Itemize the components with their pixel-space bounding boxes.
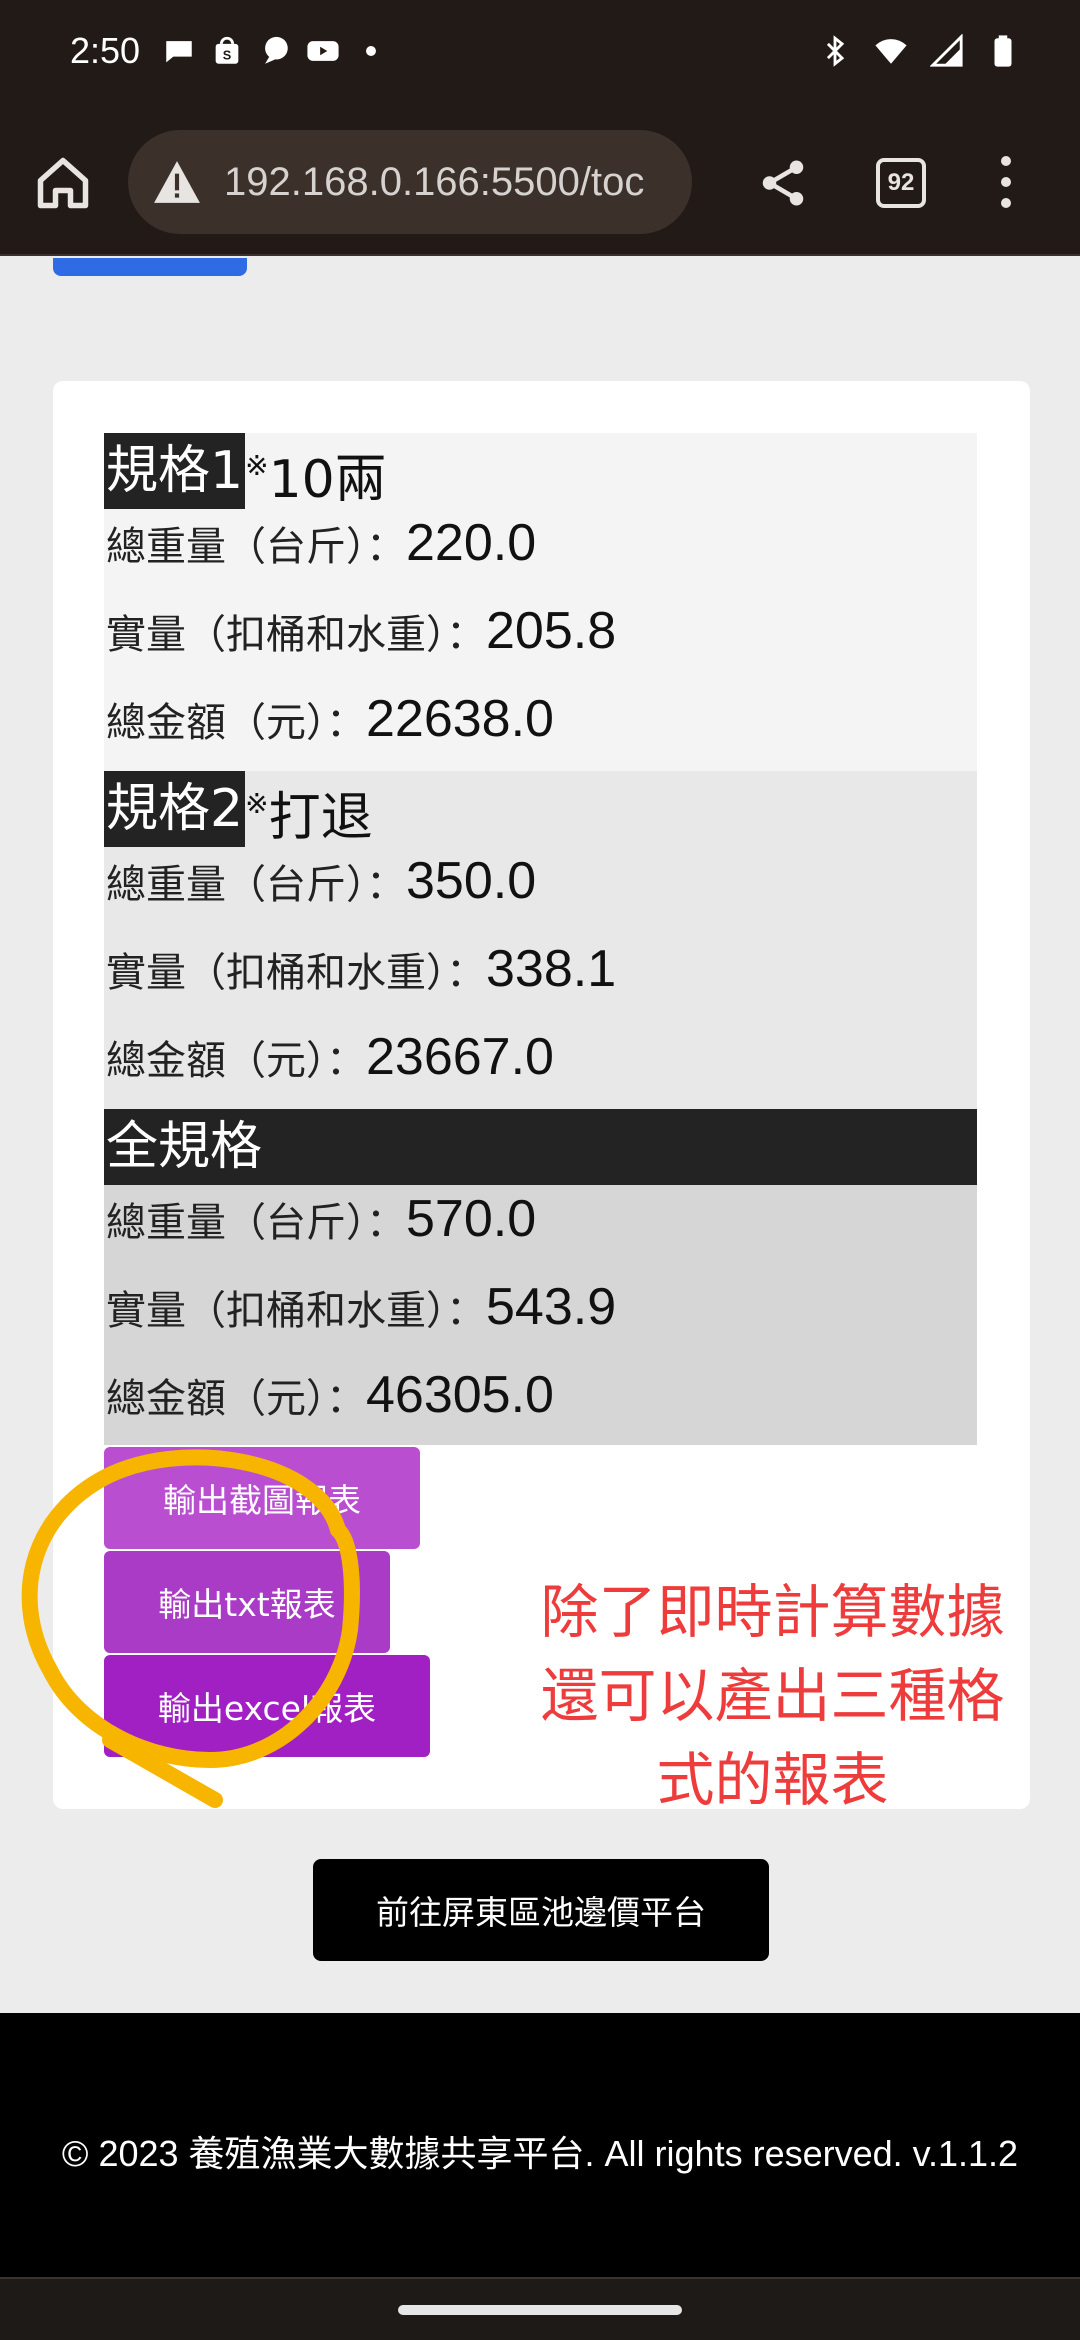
all-net-weight: 實量（扣桶和水重）： 543.9 (106, 1277, 616, 1337)
home-gesture-handle[interactable] (398, 2305, 682, 2315)
go-to-pingtung-platform-button[interactable]: 前往屏東區池邊價平台 (313, 1859, 769, 1961)
all-total-amount: 總金額（元）： 46305.0 (106, 1365, 554, 1425)
spec-1-total-amount: 總金額（元）： 22638.0 (106, 689, 554, 749)
system-nav-bar (0, 2277, 1080, 2340)
footer-copyright: © 2023 養殖漁業大數據共享平台. All rights reserved.… (61, 2133, 1019, 2174)
url-bar[interactable]: 192.168.0.166:5500/toc (128, 130, 692, 234)
spec-2-net-weight: 實量（扣桶和水重）： 338.1 (106, 939, 616, 999)
tab-switcher-button[interactable]: 92 (876, 158, 926, 208)
spec-1-name: 規格1 (104, 433, 246, 509)
annotation-text: 除了即時計算數據 還可以產出三種格 式的報表 (520, 1570, 1025, 1822)
total-weight-value: 350.0 (406, 852, 537, 910)
youtube-icon (307, 41, 339, 61)
top-button-edge[interactable] (53, 258, 247, 276)
more-menu-icon[interactable] (988, 152, 1024, 212)
shopping-bag-icon: S (215, 36, 239, 64)
all-total-weight: 總重量（台斤）： 570.0 (106, 1189, 536, 1249)
total-amount-value: 23667.0 (366, 1028, 554, 1086)
notification-icons: S (162, 34, 388, 68)
message-icon (265, 36, 288, 64)
total-amount-label: 總金額（元）： (106, 1038, 366, 1084)
spec-2-note-mark: ※ (245, 787, 269, 820)
bluetooth-icon (826, 35, 845, 67)
spec-1-note-mark: ※ (245, 449, 269, 482)
url-text: 192.168.0.166:5500/toc (224, 159, 645, 204)
spec-2-title: 規格2 ※打退 (104, 771, 373, 848)
spec-2-section: 規格2 ※打退 總重量（台斤）： 350.0 實量（扣桶和水重）： 338.1 … (104, 771, 977, 1109)
spec-1-title: 規格1 ※10兩 (104, 433, 387, 510)
browser-toolbar: 192.168.0.166:5500/toc 92 (0, 108, 1080, 256)
annotation-line-3: 式的報表 (656, 1746, 889, 1814)
annotation-line-1: 除了即時計算數據 (540, 1578, 1005, 1646)
status-time: 2:50 (70, 30, 141, 71)
battery-icon (994, 35, 1012, 67)
spec-1-section: 規格1 ※10兩 總重量（台斤）： 220.0 實量（扣桶和水重）： 205.8… (104, 433, 977, 771)
net-weight-value: 338.1 (486, 940, 617, 998)
spec-2-total-weight: 總重量（台斤）： 350.0 (106, 851, 536, 911)
dot-icon (366, 46, 376, 56)
net-weight-label: 實量（扣桶和水重）： (106, 1288, 486, 1334)
total-weight-value: 220.0 (406, 514, 537, 572)
net-weight-value: 205.8 (486, 602, 617, 660)
total-amount-label: 總金額（元）： (106, 1376, 366, 1422)
spec-1-note: 10兩 (268, 450, 387, 510)
total-weight-label: 總重量（台斤）： (106, 1200, 406, 1246)
net-weight-label: 實量（扣桶和水重）： (106, 612, 486, 658)
total-amount-value: 46305.0 (366, 1366, 554, 1424)
chat-bubble-icon (166, 41, 192, 63)
svg-text:S: S (223, 48, 232, 63)
all-specs-title: 全規格 (104, 1109, 977, 1185)
spec-2-total-amount: 總金額（元）： 23667.0 (106, 1027, 554, 1087)
total-amount-value: 22638.0 (366, 690, 554, 748)
warning-icon (154, 161, 200, 203)
total-weight-label: 總重量（台斤）： (106, 862, 406, 908)
total-weight-label: 總重量（台斤）： (106, 524, 406, 570)
footer: © 2023 養殖漁業大數據共享平台. All rights reserved.… (0, 2013, 1080, 2277)
annotation-line-2: 還可以產出三種格 (540, 1662, 1005, 1730)
wifi-icon (875, 39, 907, 64)
spec-2-note: 打退 (268, 788, 373, 848)
spec-1-net-weight: 實量（扣桶和水重）： 205.8 (106, 601, 616, 661)
system-icons (818, 34, 1020, 68)
home-icon[interactable] (30, 153, 96, 213)
signal-icon (930, 34, 963, 67)
spec-2-name: 規格2 (104, 771, 246, 847)
net-weight-value: 543.9 (486, 1278, 617, 1336)
total-amount-label: 總金額（元）： (106, 700, 366, 746)
share-icon[interactable] (756, 156, 810, 210)
status-bar: 2:50 S (0, 0, 1080, 108)
net-weight-label: 實量（扣桶和水重）： (106, 950, 486, 996)
annotation-circle (21, 1449, 360, 1808)
all-specs-section: 全規格 總重量（台斤）： 570.0 實量（扣桶和水重）： 543.9 總金額（… (104, 1109, 977, 1445)
total-weight-value: 570.0 (406, 1190, 537, 1248)
spec-1-total-weight: 總重量（台斤）： 220.0 (106, 513, 536, 573)
